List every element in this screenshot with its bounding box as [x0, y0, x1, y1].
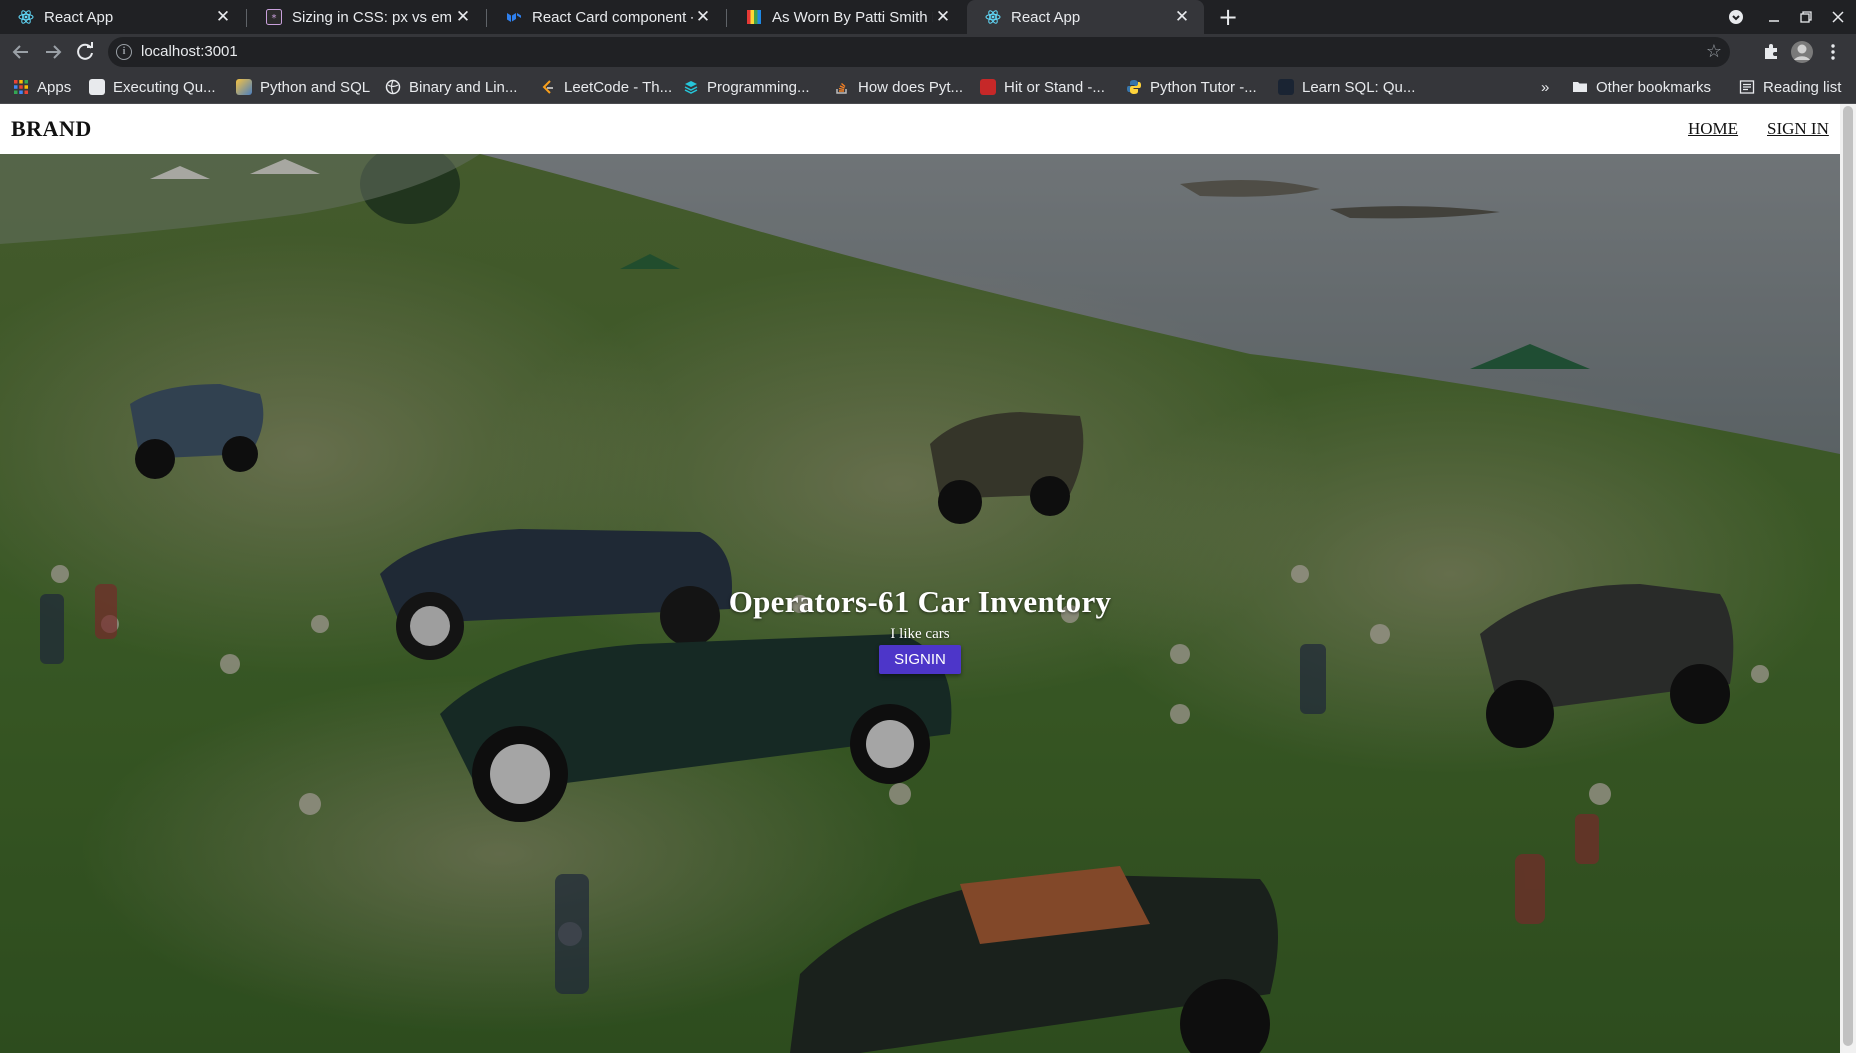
bookmark-label: Python Tutor -... — [1150, 78, 1257, 96]
folder-icon — [1572, 79, 1588, 95]
new-tab-button[interactable]: + — [1214, 3, 1242, 31]
bookmark-label: Programming... — [707, 78, 810, 96]
bookmark-python-tutor[interactable]: Python Tutor -... — [1126, 70, 1257, 104]
minimize-icon[interactable] — [1760, 0, 1788, 34]
bookmark-how-does-python[interactable]: How does Pyt... — [834, 70, 963, 104]
hero-section: Operators-61 Car Inventory I like cars S… — [0, 154, 1840, 1053]
tab-strip: React App ✕ * Sizing in CSS: px vs em vs… — [0, 0, 1856, 34]
site-navbar: BRAND HOME SIGN IN — [0, 104, 1840, 154]
bookmarks-overflow-icon[interactable]: » — [1541, 70, 1549, 104]
bookmark-leetcode[interactable]: LeetCode - Th... — [540, 70, 672, 104]
bookmarks-bar: Apps Executing Qu... Python and SQL Bina… — [0, 70, 1856, 104]
hero-content: Operators-61 Car Inventory I like cars S… — [0, 584, 1840, 674]
bookmark-label: Learn SQL: Qu... — [1302, 78, 1416, 96]
brand-logo[interactable]: BRAND — [11, 116, 92, 142]
tab-react-app-active[interactable]: React App ✕ — [967, 0, 1204, 34]
tab-patti-smith[interactable]: As Worn By Patti Smith Ke ✕ — [728, 0, 965, 34]
tab-title: As Worn By Patti Smith Ke — [772, 8, 933, 26]
bookmark-label: LeetCode - Th... — [564, 78, 673, 96]
bookmark-label: Apps — [37, 78, 72, 96]
svg-text:*: * — [272, 13, 277, 24]
other-bookmarks[interactable]: Other bookmarks — [1572, 70, 1711, 104]
scrollbar-thumb[interactable] — [1843, 106, 1853, 1046]
dark-square-icon — [1278, 79, 1294, 95]
site-info-icon[interactable]: i — [116, 44, 132, 60]
nav-home-link[interactable]: HOME — [1688, 119, 1738, 139]
bookmark-programming[interactable]: Programming... — [683, 70, 810, 104]
react-icon — [18, 9, 34, 25]
close-icon[interactable]: ✕ — [453, 7, 473, 27]
close-icon[interactable]: ✕ — [1172, 7, 1192, 27]
bookmark-label: Binary and Lin... — [409, 78, 518, 96]
page-scrollbar[interactable] — [1840, 104, 1856, 1053]
bookmark-python-sql[interactable]: Python and SQL — [236, 70, 370, 104]
tab-react-app-1[interactable]: React App ✕ — [0, 0, 245, 34]
browser-toolbar: i localhost:3001 ☆ — [0, 34, 1856, 70]
profile-search-icon[interactable] — [1722, 0, 1750, 34]
bookmark-label: Hit or Stand -... — [1004, 78, 1105, 96]
address-bar[interactable]: i localhost:3001 ☆ — [108, 37, 1730, 67]
tab-title: Sizing in CSS: px vs em vs — [292, 8, 453, 26]
nav-signin-link[interactable]: SIGN IN — [1767, 119, 1829, 139]
page-icon — [89, 79, 105, 95]
reading-list[interactable]: Reading list — [1739, 70, 1841, 104]
kebab-menu-icon[interactable] — [1826, 43, 1840, 61]
bookmark-binary-linear[interactable]: Binary and Lin... — [385, 70, 517, 104]
tab-react-card[interactable]: React Card component - M ✕ — [488, 0, 725, 34]
tab-sizing-css[interactable]: * Sizing in CSS: px vs em vs ✕ — [248, 0, 485, 34]
back-icon[interactable] — [9, 40, 33, 64]
signin-button[interactable]: SIGNIN — [879, 645, 961, 674]
extensions-puzzle-icon[interactable] — [1762, 43, 1780, 61]
hero-title: Operators-61 Car Inventory — [728, 584, 1112, 619]
red-square-icon — [980, 79, 996, 95]
bookmark-learn-sql[interactable]: Learn SQL: Qu... — [1278, 70, 1415, 104]
reload-icon[interactable] — [73, 40, 97, 64]
bookmark-label: Executing Qu... — [113, 78, 216, 96]
close-icon[interactable]: ✕ — [933, 7, 953, 27]
page-viewport: BRAND HOME SIGN IN Operators-61 Car Inve… — [0, 104, 1856, 1053]
other-bookmarks-label: Other bookmarks — [1596, 78, 1712, 96]
avatar[interactable] — [1790, 40, 1814, 64]
address-url[interactable]: localhost:3001 — [141, 43, 238, 60]
tab-title: React Card component - M — [532, 8, 693, 26]
bookmark-star-icon[interactable]: ☆ — [1706, 41, 1722, 62]
reading-list-label: Reading list — [1763, 78, 1842, 96]
close-icon[interactable]: ✕ — [693, 7, 713, 27]
mui-icon — [506, 9, 522, 25]
bookmark-executing-queries[interactable]: Executing Qu... — [89, 70, 216, 104]
globe-icon — [385, 79, 401, 95]
bookmark-label: How does Pyt... — [858, 78, 964, 96]
bookmark-label: Python and SQL — [260, 78, 371, 96]
restore-icon[interactable] — [1792, 0, 1820, 34]
close-window-icon[interactable] — [1824, 0, 1852, 34]
hero-subtitle: I like cars — [890, 626, 950, 642]
css-tricks-icon: * — [266, 9, 282, 25]
reading-list-icon — [1739, 79, 1755, 95]
tab-title: React App — [44, 8, 114, 26]
striped-icon — [746, 9, 762, 25]
leetcode-icon — [540, 79, 556, 95]
close-icon[interactable]: ✕ — [213, 7, 233, 27]
stack-icon — [683, 79, 699, 95]
forward-icon[interactable] — [41, 40, 65, 64]
bookmark-hit-or-stand[interactable]: Hit or Stand -... — [980, 70, 1105, 104]
apps-grid-icon — [13, 79, 29, 95]
tab-title: React App — [1011, 8, 1081, 26]
stackoverflow-icon — [834, 79, 850, 95]
react-icon — [985, 9, 1001, 25]
image-icon — [236, 79, 252, 95]
bookmark-apps[interactable]: Apps — [13, 70, 71, 104]
python-icon — [1126, 79, 1142, 95]
